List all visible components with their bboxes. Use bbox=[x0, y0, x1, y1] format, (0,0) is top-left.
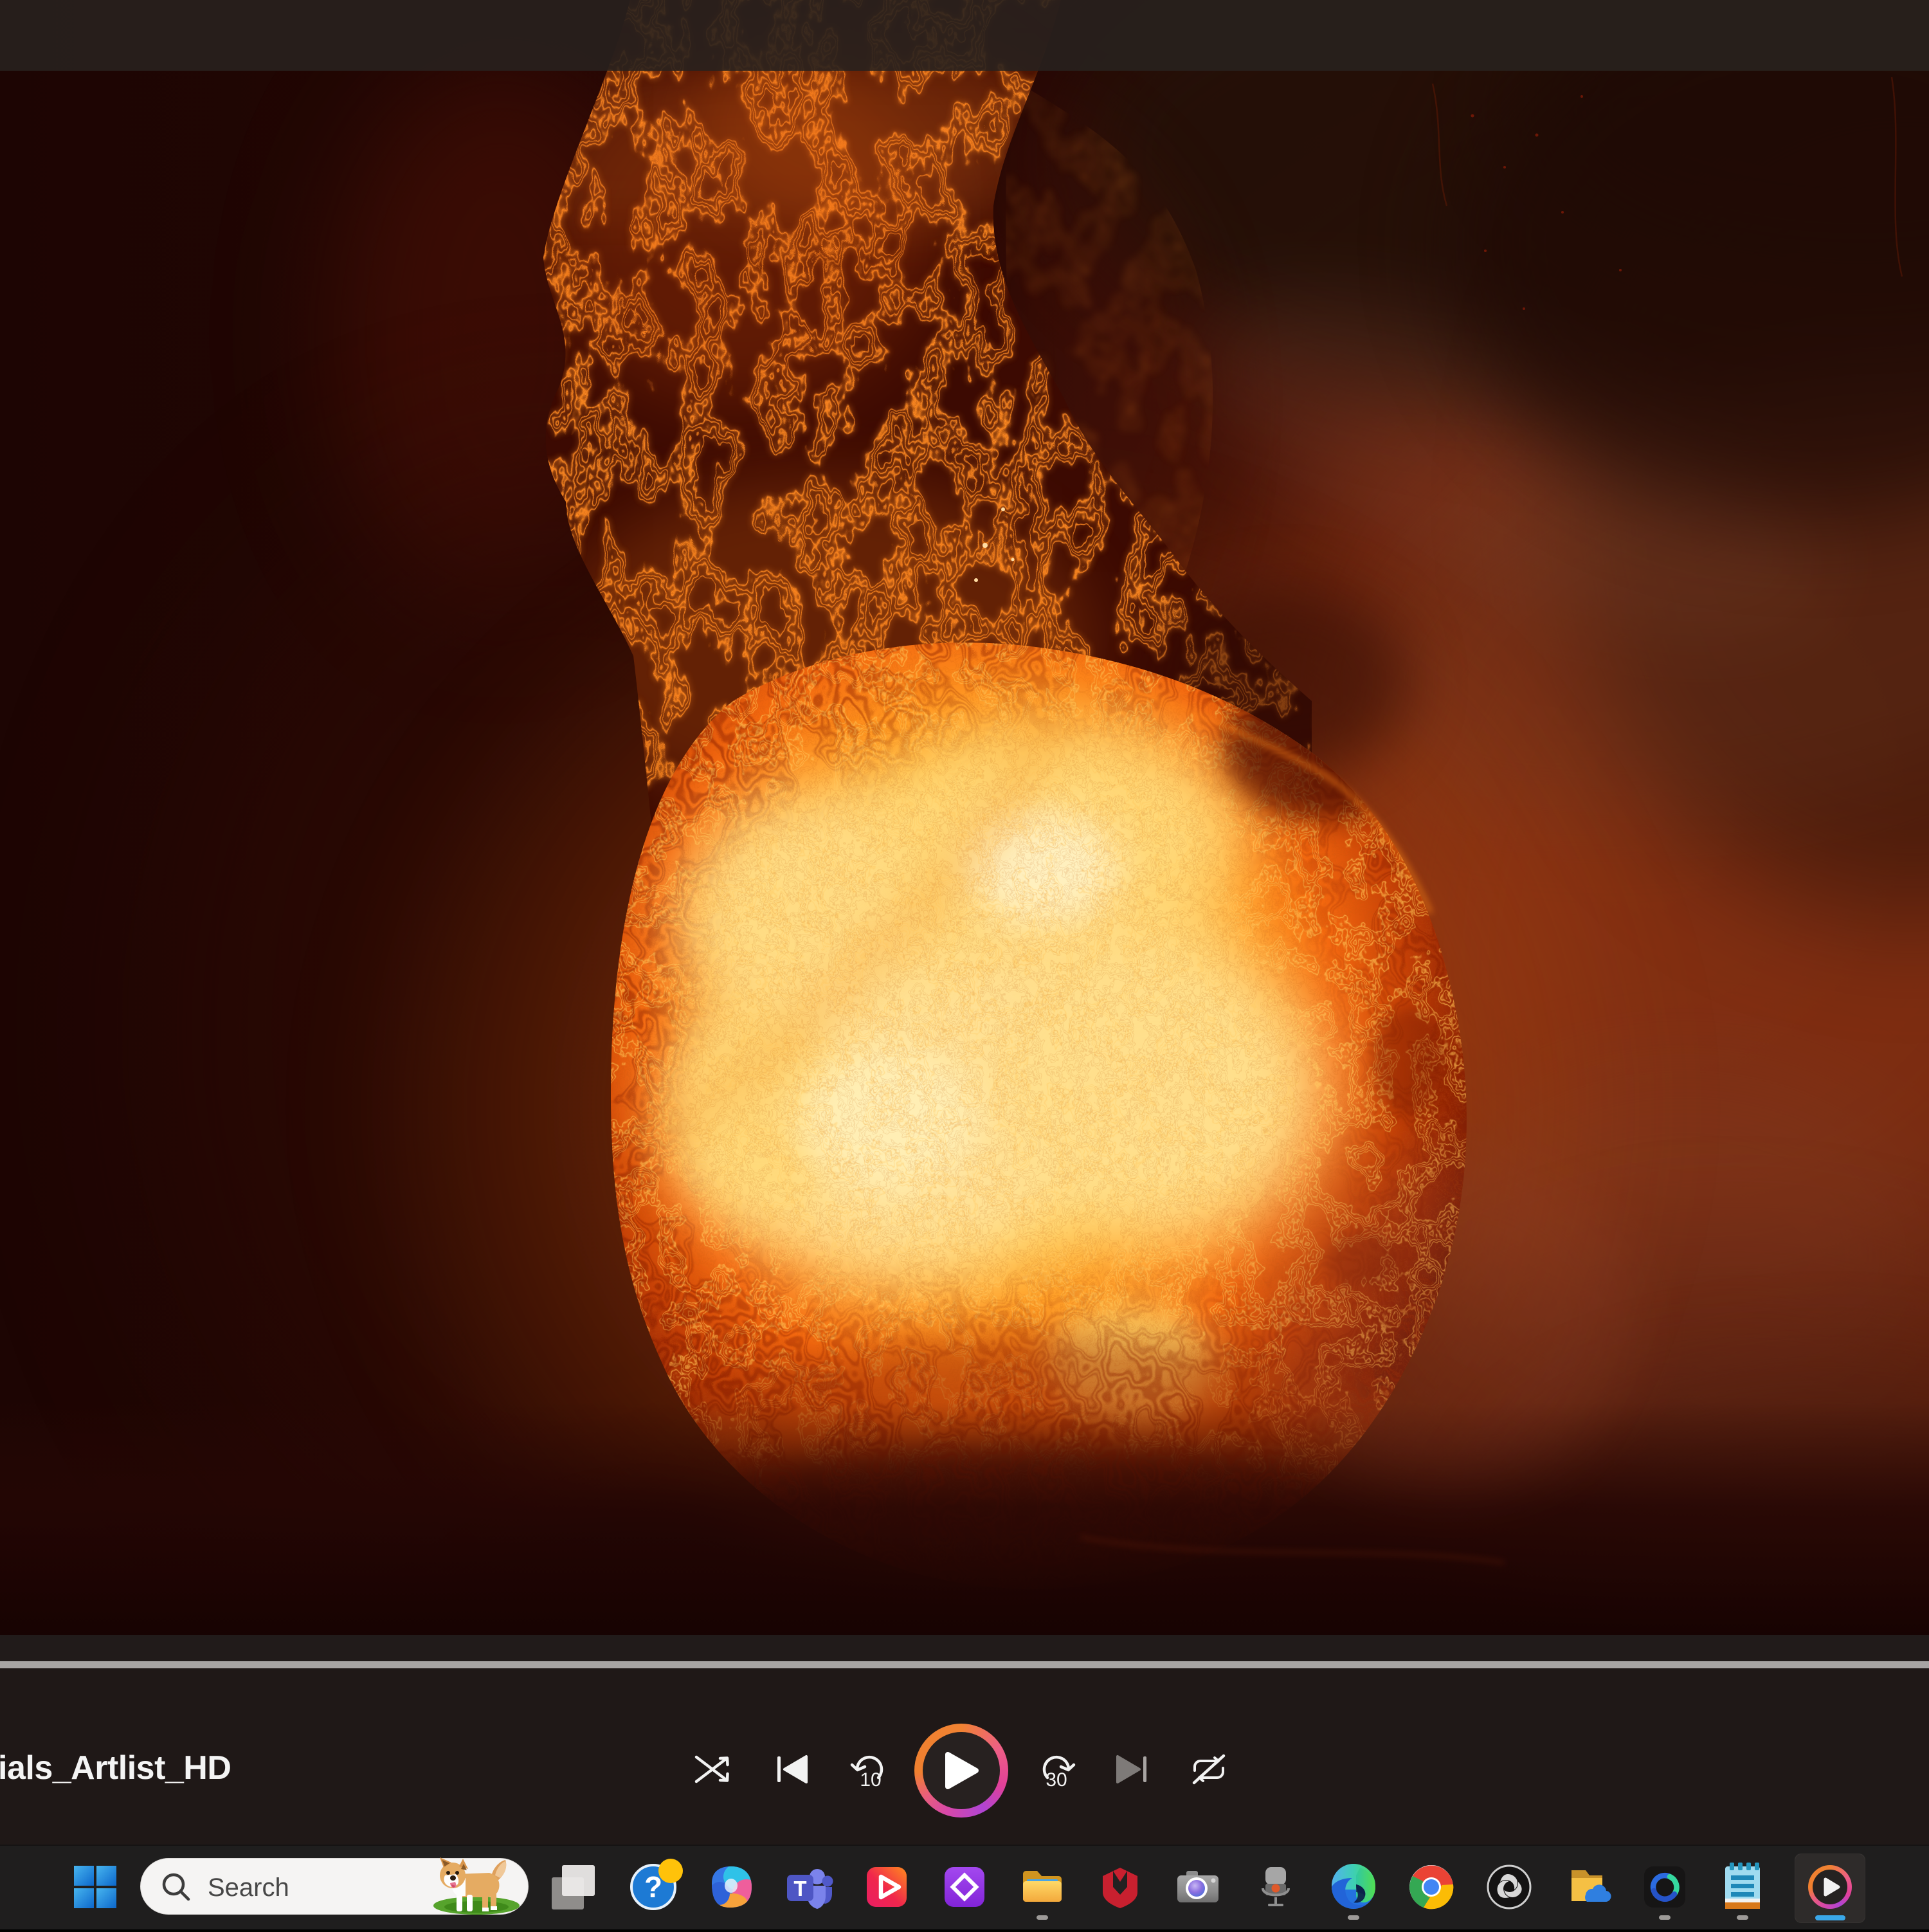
svg-text:T: T bbox=[793, 1877, 806, 1900]
svg-text:30: 30 bbox=[1046, 1769, 1067, 1791]
svg-text:10: 10 bbox=[860, 1769, 881, 1791]
